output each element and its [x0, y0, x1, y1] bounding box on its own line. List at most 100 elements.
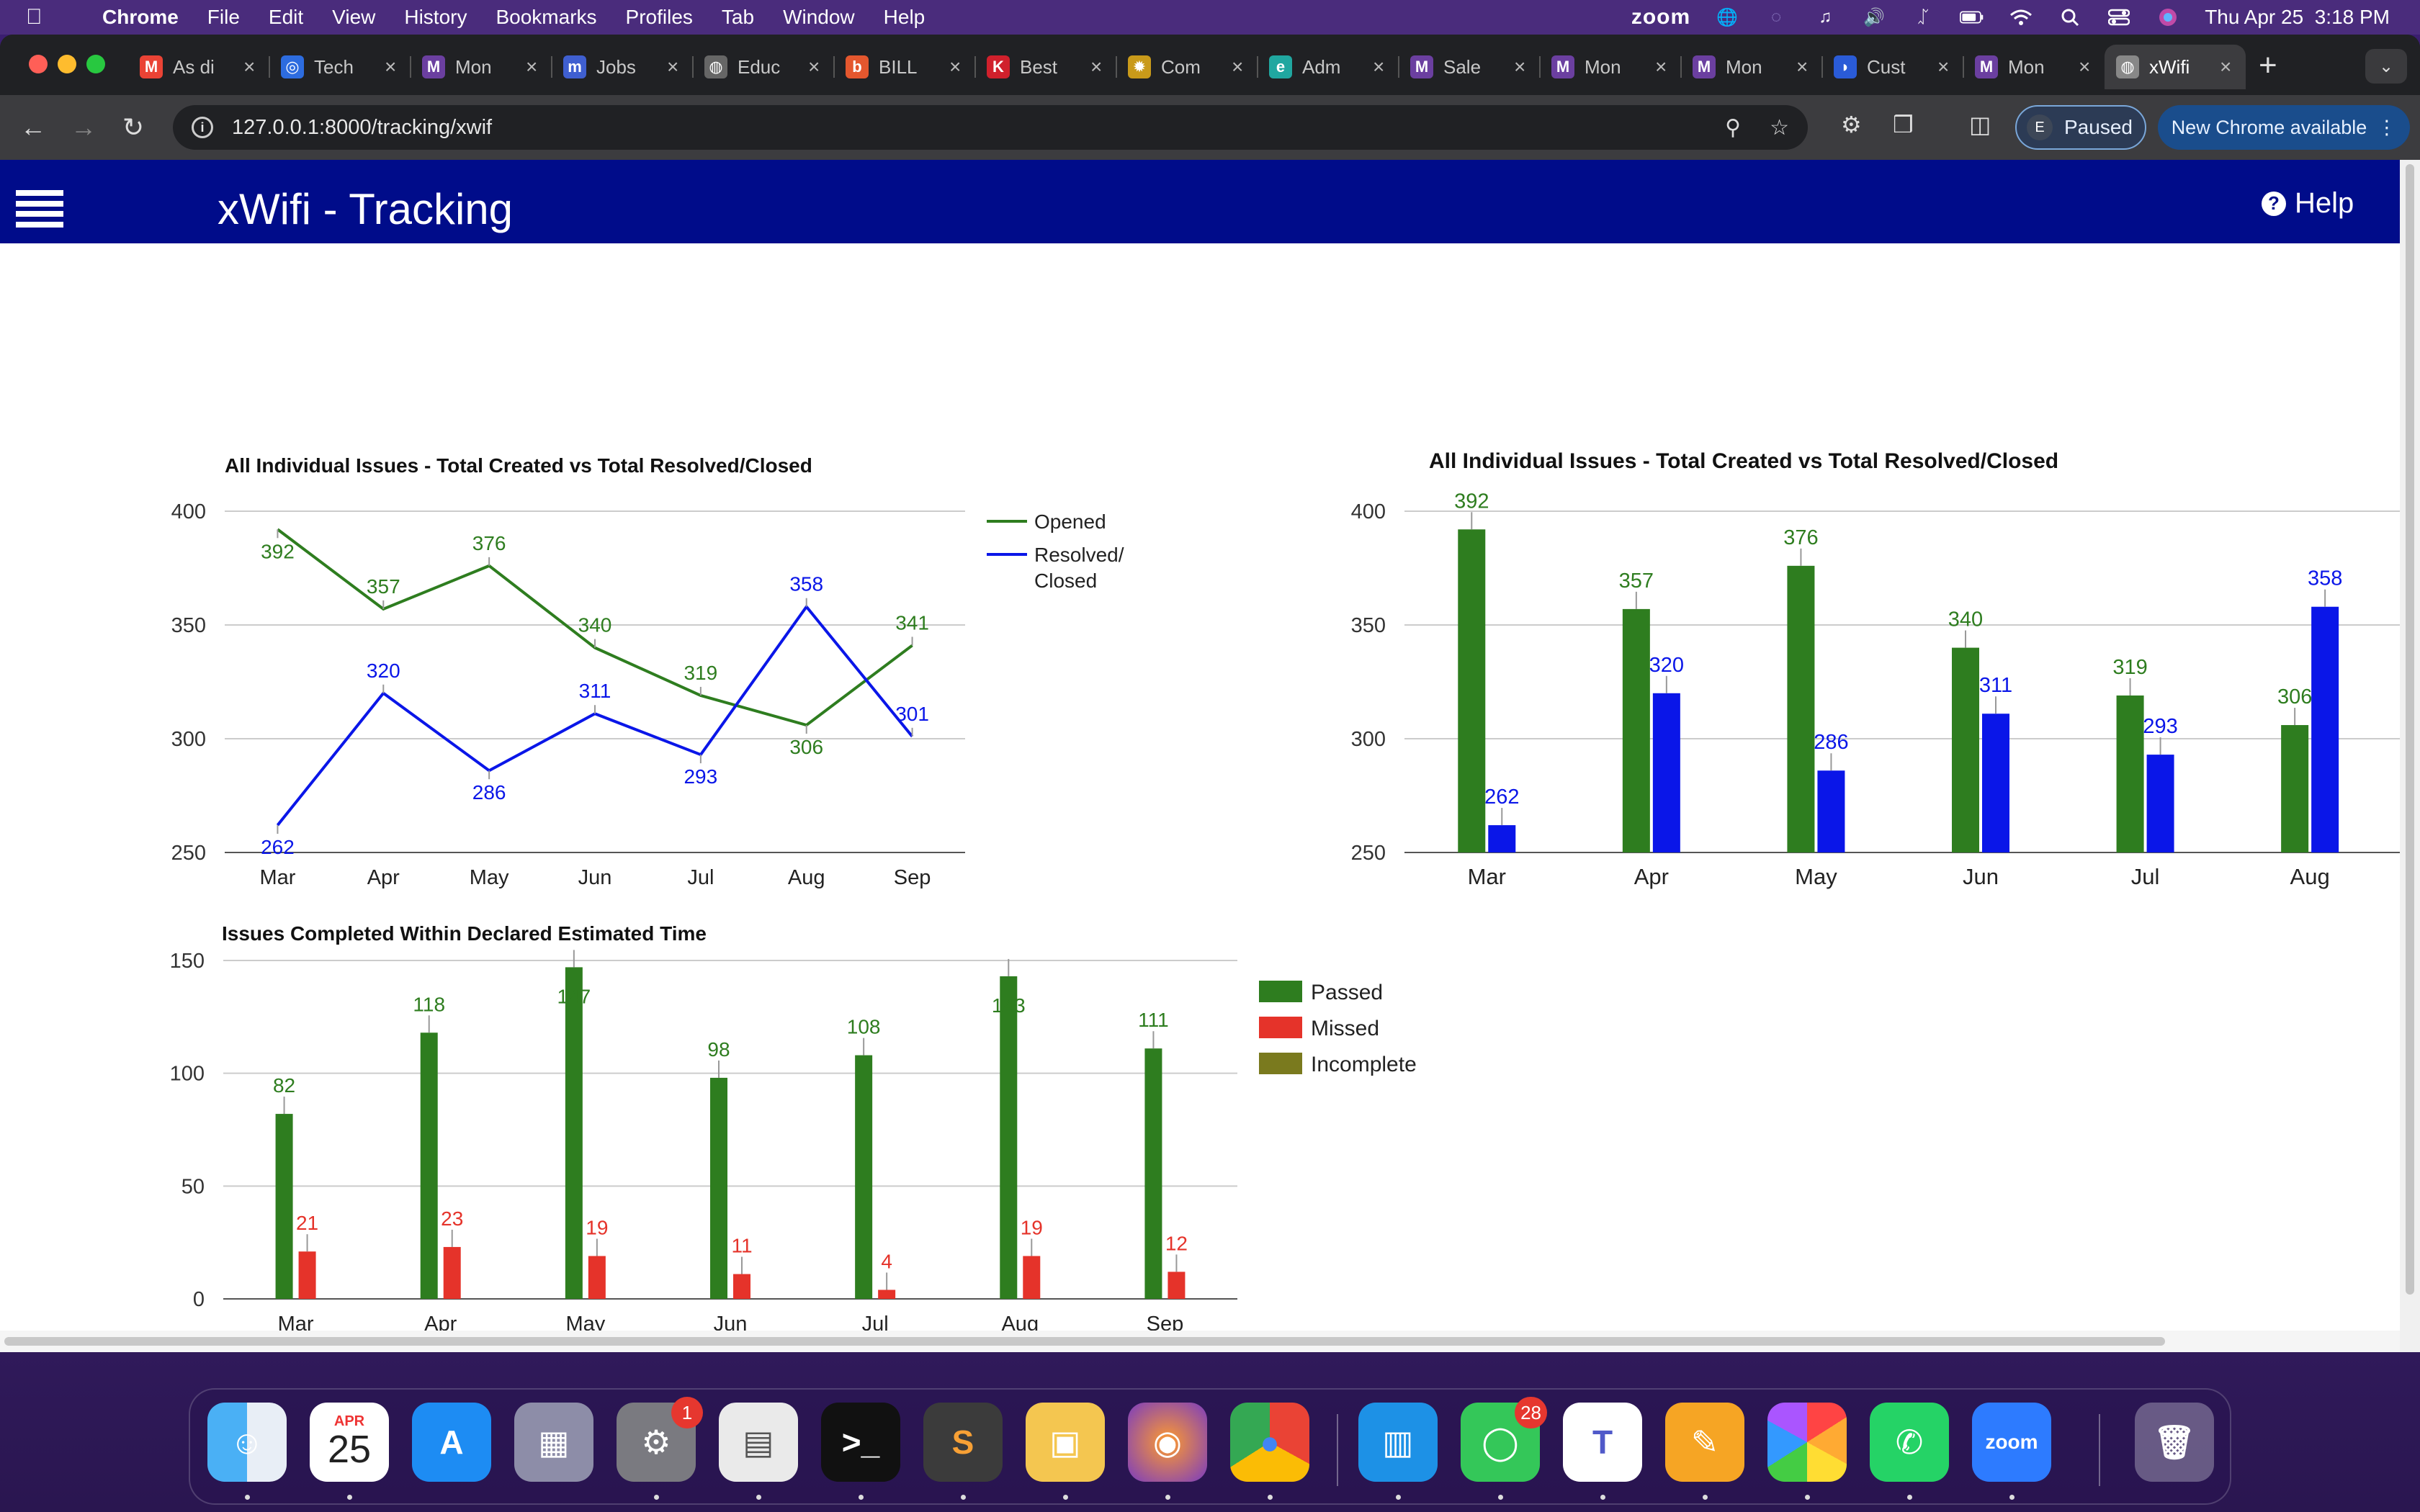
tab-close-icon[interactable]: ×: [2079, 55, 2090, 78]
vertical-scrollbar[interactable]: [2400, 160, 2420, 1352]
apple-menu-icon[interactable]: : [26, 5, 58, 30]
zoom-label: zoom: [1985, 1431, 2038, 1453]
tab-close-icon[interactable]: ×: [949, 55, 961, 78]
horizontal-scrollbar-thumb[interactable]: [4, 1337, 2165, 1346]
browser-tab[interactable]: M As di ×: [128, 45, 269, 89]
url-text[interactable]: 127.0.0.1:8000/tracking/xwif: [232, 116, 492, 140]
menu-tab[interactable]: Tab: [722, 6, 754, 29]
bluetooth-icon[interactable]: ᛢ: [1911, 7, 1935, 27]
menu-edit[interactable]: Edit: [269, 6, 303, 29]
vertical-scrollbar-thumb[interactable]: [2406, 164, 2414, 1295]
siri-ring-icon[interactable]: ◌: [1764, 7, 1788, 27]
reload-icon[interactable]: ↻: [122, 112, 144, 143]
launchpad-icon[interactable]: ▦: [514, 1403, 593, 1482]
new-tab-button[interactable]: +: [2259, 48, 2277, 84]
tab-close-icon[interactable]: ×: [243, 55, 255, 78]
browser-tab[interactable]: M Mon ×: [411, 45, 552, 89]
browser-tab[interactable]: e Adm ×: [1258, 45, 1399, 89]
sequel-db-icon[interactable]: ▣: [1026, 1403, 1105, 1482]
side-panel-icon[interactable]: ◫: [1969, 111, 1991, 138]
window-close-button[interactable]: [29, 55, 48, 73]
tab-close-icon[interactable]: ×: [1796, 55, 1808, 78]
browser-tab[interactable]: ◗ Cust ×: [1822, 45, 1963, 89]
extensions-icon[interactable]: ❒: [1893, 111, 1914, 138]
help-button[interactable]: ? Help: [2262, 187, 2354, 220]
tab-close-icon[interactable]: ×: [667, 55, 678, 78]
messages-icon[interactable]: ◯ 28: [1461, 1397, 1547, 1482]
pages-icon[interactable]: ✎: [1665, 1403, 1744, 1482]
browser-tab[interactable]: b BILL ×: [834, 45, 975, 89]
tab-close-icon[interactable]: ×: [1090, 55, 1102, 78]
control-center-icon[interactable]: [2107, 7, 2131, 27]
globe-icon[interactable]: 🌐: [1715, 7, 1739, 27]
browser-tab[interactable]: M Mon ×: [1540, 45, 1681, 89]
menu-file[interactable]: File: [207, 6, 240, 29]
siri-icon[interactable]: [2156, 7, 2180, 27]
menu-bookmarks[interactable]: Bookmarks: [496, 6, 596, 29]
finder-icon[interactable]: ☺: [207, 1403, 287, 1482]
browser-tab[interactable]: ◎ Tech ×: [269, 45, 411, 89]
tab-close-icon[interactable]: ×: [1937, 55, 1949, 78]
tab-close-icon[interactable]: ×: [385, 55, 396, 78]
tab-close-icon[interactable]: ×: [808, 55, 820, 78]
menu-history[interactable]: History: [404, 6, 467, 29]
tab-close-icon[interactable]: ×: [1514, 55, 1525, 78]
kebab-menu-icon[interactable]: ⋮: [2377, 117, 2396, 139]
tab-close-icon[interactable]: ×: [1655, 55, 1667, 78]
tab-close-icon[interactable]: ×: [2220, 55, 2231, 78]
browser-tab[interactable]: m Jobs ×: [552, 45, 693, 89]
chrome-icon[interactable]: ●: [1230, 1403, 1309, 1482]
spotlight-search-icon[interactable]: [2058, 7, 2082, 27]
spiral-icon: ◎: [281, 55, 304, 78]
menu-profiles[interactable]: Profiles: [626, 6, 693, 29]
menu-window[interactable]: Window: [783, 6, 855, 29]
docker-icon[interactable]: ▥: [1358, 1403, 1438, 1482]
clock-datetime[interactable]: Thu Apr 25 3:18 PM: [2205, 6, 2390, 29]
tab-search-button[interactable]: ⌄: [2365, 49, 2407, 84]
legend-swatch-passed: [1259, 981, 1302, 1002]
address-bar[interactable]: i 127.0.0.1:8000/tracking/xwif ⚲ ☆: [173, 105, 1808, 150]
sublime-text-icon[interactable]: S: [923, 1403, 1003, 1482]
menu-help[interactable]: Help: [884, 6, 926, 29]
dictation-icon[interactable]: ♫: [1813, 7, 1837, 27]
browser-tab[interactable]: ◍ Educ ×: [693, 45, 834, 89]
wifi-icon[interactable]: [2009, 7, 2033, 27]
calendar-icon[interactable]: APR 25: [310, 1403, 389, 1482]
app-store-icon[interactable]: A: [412, 1403, 491, 1482]
browser-tab[interactable]: M Sale ×: [1399, 45, 1540, 89]
browser-tab[interactable]: K Best ×: [975, 45, 1116, 89]
browser-tab[interactable]: ◍ xWifi ×: [2105, 45, 2246, 89]
tab-close-icon[interactable]: ×: [1232, 55, 1243, 78]
tab-close-icon[interactable]: ×: [526, 55, 537, 78]
battery-icon[interactable]: [1960, 7, 1984, 27]
new-chrome-available-button[interactable]: New Chrome available ⋮: [2158, 105, 2410, 150]
photos-icon[interactable]: [1767, 1403, 1847, 1482]
menu-view[interactable]: View: [332, 6, 375, 29]
back-arrow-icon[interactable]: ←: [20, 112, 46, 143]
zoom-status-item[interactable]: zoom: [1631, 5, 1690, 30]
firefox-icon[interactable]: ◉: [1128, 1403, 1207, 1482]
browser-tab[interactable]: M Mon ×: [1681, 45, 1822, 89]
volume-icon[interactable]: 🔊: [1862, 7, 1886, 27]
bookmark-star-icon[interactable]: ☆: [1770, 115, 1789, 140]
horizontal-scrollbar[interactable]: [0, 1331, 2400, 1352]
window-minimize-button[interactable]: [58, 55, 76, 73]
browser-tab[interactable]: ✹ Com ×: [1116, 45, 1258, 89]
system-settings-icon[interactable]: ⚙ 1: [617, 1397, 703, 1482]
preview-icon[interactable]: ▤: [719, 1403, 798, 1482]
menu-app-name[interactable]: Chrome: [102, 6, 179, 29]
zoom-icon[interactable]: zoom: [1972, 1403, 2051, 1482]
whatsapp-icon[interactable]: ✆: [1870, 1403, 1949, 1482]
zoom-magnifier-icon[interactable]: ⚲: [1725, 115, 1741, 140]
profile-paused-button[interactable]: E Paused: [2015, 105, 2146, 150]
tab-close-icon[interactable]: ×: [1373, 55, 1384, 78]
window-zoom-button[interactable]: [86, 55, 105, 73]
trash-icon[interactable]: 🗑: [2135, 1403, 2214, 1482]
forward-arrow-icon[interactable]: →: [71, 112, 97, 143]
extension-puzzle-icon[interactable]: ⚙: [1841, 111, 1862, 138]
terminal-icon[interactable]: >_: [821, 1403, 900, 1482]
hamburger-menu-icon[interactable]: [16, 190, 63, 228]
teams-icon[interactable]: T: [1563, 1403, 1642, 1482]
site-info-icon[interactable]: i: [192, 117, 213, 138]
browser-tab[interactable]: M Mon ×: [1963, 45, 2105, 89]
